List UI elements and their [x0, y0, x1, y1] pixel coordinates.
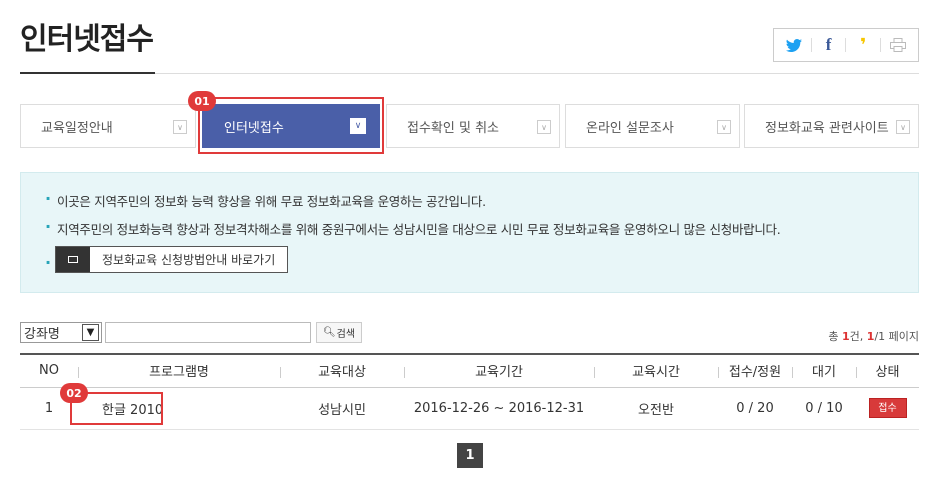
tab-label: 온라인 설문조사	[586, 120, 674, 136]
cell-wait: 0 / 10	[792, 387, 856, 430]
column-header-time: 교육시간	[594, 353, 718, 388]
tab-education-schedule[interactable]: 교육일정안내 ∨	[20, 104, 196, 148]
table-header-row: NO 프로그램명 교육대상 교육기간 교육시간 접수/정원 대기 상태	[20, 353, 919, 388]
share-toolbar: f ❜	[773, 28, 919, 62]
tab-online-survey[interactable]: 온라인 설문조사 ∨	[565, 104, 740, 148]
notice-line-2: 지역주민의 정보화능력 향상과 정보격차해소를 위해 중원구에서는 성남시민을 …	[45, 217, 918, 238]
cell-period: 2016-12-26 ~ 2016-12-31	[404, 387, 594, 430]
program-table: NO 프로그램명 교육대상 교육기간 교육시간 접수/정원 대기 상태 1 한글…	[20, 353, 919, 430]
print-icon[interactable]	[887, 34, 909, 56]
chevron-down-icon: ▼	[82, 324, 99, 341]
chevron-down-icon: ∨	[350, 118, 366, 134]
column-header-status: 상태	[856, 353, 919, 388]
table-row: 1 한글 2010 성남시민 2016-12-26 ~ 2016-12-31 오…	[20, 387, 919, 430]
cell-target: 성남시민	[280, 387, 404, 430]
search-icon: 🔍︎	[322, 327, 336, 338]
bullet-dot: ·	[45, 253, 52, 272]
kakaostory-icon[interactable]: ❜	[852, 34, 874, 56]
column-header-period: 교육기간	[404, 353, 594, 388]
chevron-down-icon: ∨	[717, 120, 731, 134]
title-divider	[155, 73, 919, 74]
title-underline	[20, 72, 155, 74]
notice-panel: 이곳은 지역주민의 정보화 능력 향상을 위해 무료 정보화교육을 운영하는 공…	[20, 172, 919, 293]
notice-line-1: 이곳은 지역주민의 정보화 능력 향상을 위해 무료 정보화교육을 운영하는 공…	[45, 189, 918, 210]
chevron-down-icon: ∨	[173, 120, 187, 134]
search-field-select[interactable]: 강좌명 ▼	[20, 322, 102, 343]
result-count: 총 1건, 1/1 페이지	[828, 330, 919, 343]
search-bar: 강좌명 ▼ 🔍︎ 검색 총 1건, 1/1 페이지	[20, 322, 919, 344]
chevron-down-icon: ∨	[537, 120, 551, 134]
tab-label: 정보화교육 관련사이트	[765, 120, 889, 136]
tab-label: 교육일정안내	[41, 120, 113, 136]
column-header-target: 교육대상	[280, 353, 404, 388]
search-field-selected: 강좌명	[24, 327, 60, 342]
cell-time: 오전반	[594, 387, 718, 430]
cell-program: 한글 2010	[78, 387, 280, 430]
cell-quota: 0 / 20	[718, 387, 792, 430]
application-guide-button[interactable]: 정보화교육 신청방법안내 바로가기	[55, 246, 289, 273]
apply-button[interactable]: 접수	[868, 398, 907, 418]
tab-internet-registration[interactable]: 인터넷접수 ∨	[202, 104, 380, 148]
tab-label: 접수확인 및 취소	[407, 120, 499, 136]
search-input[interactable]	[105, 322, 311, 343]
search-button[interactable]: 🔍︎ 검색	[316, 322, 362, 343]
tab-registration-check-cancel[interactable]: 접수확인 및 취소 ∨	[386, 104, 560, 148]
step-badge-02: 02	[60, 383, 88, 403]
search-button-label: 검색	[336, 329, 356, 340]
column-header-quota: 접수/정원	[718, 353, 792, 388]
chevron-down-icon: ∨	[896, 120, 910, 134]
cell-status: 접수	[856, 387, 919, 430]
step-badge-01: 01	[188, 91, 216, 111]
tab-related-sites[interactable]: 정보화교육 관련사이트 ∨	[744, 104, 919, 148]
twitter-icon[interactable]	[783, 34, 805, 56]
window-icon	[56, 247, 90, 272]
column-header-wait: 대기	[792, 353, 856, 388]
facebook-icon[interactable]: f	[818, 34, 840, 56]
program-link[interactable]: 한글 2010	[102, 403, 163, 418]
sub-navigation-tabs: 교육일정안내 ∨ 인터넷접수 ∨ 접수확인 및 취소 ∨ 온라인 설문조사 ∨ …	[20, 104, 919, 148]
page-title: 인터넷접수	[20, 22, 154, 57]
column-header-program: 프로그램명	[78, 353, 280, 388]
application-guide-label: 정보화교육 신청방법안내 바로가기	[102, 253, 276, 267]
tab-label: 인터넷접수	[224, 120, 284, 136]
pagination-current-page[interactable]: 1	[457, 443, 483, 468]
